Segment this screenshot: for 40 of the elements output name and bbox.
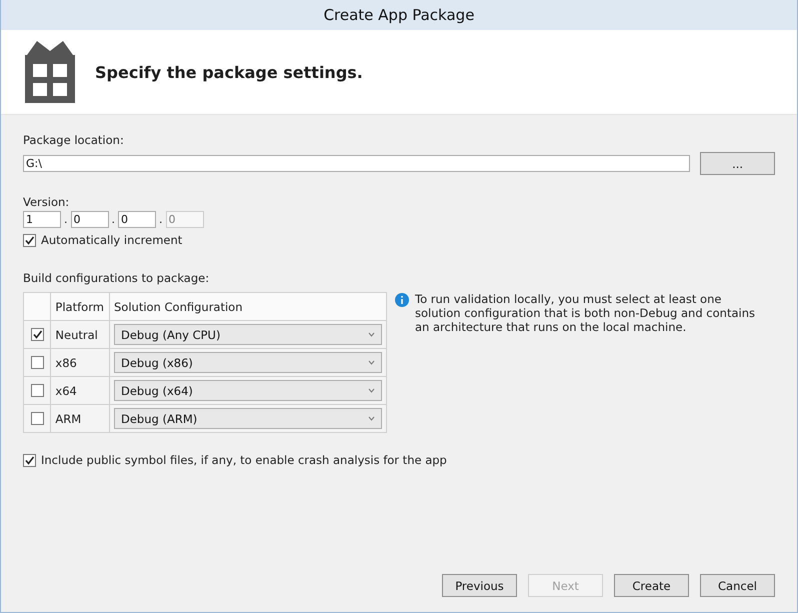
checkbox-label: Automatically increment (41, 233, 182, 247)
version-field[interactable]: 0 (118, 211, 156, 228)
field-label: Build configurations to package: (23, 271, 210, 285)
dialog-button[interactable]: Previous (442, 574, 517, 597)
caret-icon (368, 360, 375, 365)
configuration-dropdown[interactable]: Debug (Any CPU) (114, 324, 382, 345)
checkbox[interactable] (23, 234, 36, 246)
configuration-dropdown[interactable]: Debug (ARM) (114, 408, 382, 429)
column-header: Solution Configuration (110, 292, 386, 320)
checkbox[interactable] (31, 356, 44, 369)
version-field[interactable]: 0 (70, 211, 108, 228)
info-icon (395, 293, 409, 307)
checkbox[interactable] (23, 454, 36, 466)
version-separator: . (64, 213, 68, 226)
column-header: Platform (50, 292, 110, 320)
checkbox-label: Include public symbol files, if any, to enable crash analysis for the app (41, 453, 447, 467)
page-heading: Specify the package settings. (95, 62, 363, 82)
caret-icon (368, 388, 375, 393)
table-cell: ARM (50, 404, 110, 432)
info-message: To run validation locally, you must select at least one solution configuration that is both non-Debug and contains an architecture that runs on the local machine. (415, 292, 756, 334)
configuration-dropdown[interactable]: Debug (x86) (114, 352, 382, 373)
table-cell: x64 (50, 376, 110, 404)
window-title: Create App Package (324, 6, 474, 24)
version-separator: . (159, 213, 162, 226)
checkbox[interactable] (31, 384, 44, 397)
version-field[interactable]: 1 (23, 211, 61, 228)
version-separator: . (112, 213, 115, 226)
location-field[interactable]: G:\ (23, 155, 690, 172)
browse-button[interactable]: ... (700, 152, 775, 175)
dialog-button[interactable]: Cancel (700, 574, 775, 597)
caret-icon (368, 416, 375, 421)
table-cell: x86 (50, 348, 110, 376)
dialog-button[interactable]: Create (614, 574, 689, 597)
checkbox[interactable] (31, 412, 44, 425)
caret-icon (368, 332, 375, 337)
field-label: Version: (23, 195, 70, 209)
configuration-dropdown[interactable]: Debug (x64) (114, 380, 382, 401)
table-cell: Neutral (50, 320, 110, 348)
checkbox[interactable] (31, 328, 44, 341)
field-label: Package location: (23, 133, 125, 147)
